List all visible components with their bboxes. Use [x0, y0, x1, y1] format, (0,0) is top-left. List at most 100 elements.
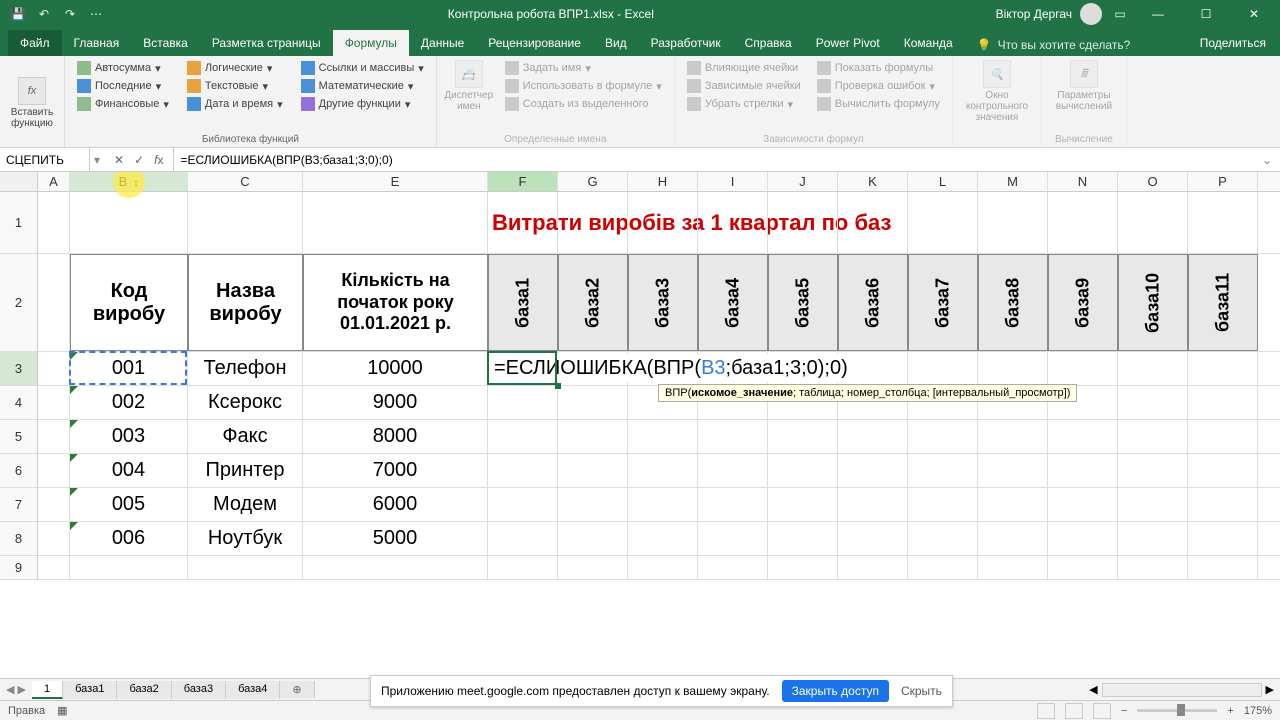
scroll-left-icon[interactable]: ◀	[1089, 683, 1097, 696]
cell-J7[interactable]	[768, 488, 838, 521]
tab-home[interactable]: Главная	[62, 30, 132, 56]
cell-E1[interactable]	[303, 192, 488, 253]
cell-A5[interactable]	[38, 420, 70, 453]
cell-L6[interactable]	[908, 454, 978, 487]
cell-P1[interactable]	[1188, 192, 1258, 253]
undo-icon[interactable]: ↶	[34, 4, 54, 24]
qat-more-icon[interactable]: ⋯	[86, 4, 106, 24]
cell-B9[interactable]	[70, 556, 188, 579]
cell-L9[interactable]	[908, 556, 978, 579]
cell-M5[interactable]	[978, 420, 1048, 453]
cell-G6[interactable]	[558, 454, 628, 487]
cell-N3[interactable]	[1048, 352, 1118, 385]
cell-H7[interactable]	[628, 488, 698, 521]
col-header-P[interactable]: P	[1188, 172, 1258, 191]
cell-L5[interactable]	[908, 420, 978, 453]
tab-review[interactable]: Рецензирование	[476, 30, 593, 56]
cell-name-4[interactable]: Ксерокс	[188, 386, 303, 419]
cell-I5[interactable]	[698, 420, 768, 453]
row-header-6[interactable]: 6	[0, 454, 38, 488]
cell-L8[interactable]	[908, 522, 978, 555]
cell-H9[interactable]	[628, 556, 698, 579]
header-база7[interactable]: база7	[908, 254, 978, 351]
macro-record-icon[interactable]: ▦	[57, 704, 67, 717]
cell-P5[interactable]	[1188, 420, 1258, 453]
header-qty[interactable]: Кількість на початок року 01.01.2021 р.	[303, 254, 488, 351]
cell-H8[interactable]	[628, 522, 698, 555]
cell-M1[interactable]	[978, 192, 1048, 253]
expand-formula-bar-icon[interactable]: ⌄	[1254, 153, 1280, 167]
select-all-corner[interactable]	[0, 172, 38, 191]
more-fn-button[interactable]: Другие функции ▾	[297, 96, 428, 112]
normal-view-button[interactable]	[1037, 703, 1055, 719]
cell-B1[interactable]	[70, 192, 188, 253]
col-header-K[interactable]: K	[838, 172, 908, 191]
col-header-J[interactable]: J	[768, 172, 838, 191]
cell-M8[interactable]	[978, 522, 1048, 555]
row-header-2[interactable]: 2	[0, 254, 38, 352]
cell-name-3[interactable]: Телефон	[188, 352, 303, 385]
autosum-button[interactable]: Автосумма ▾	[73, 60, 173, 76]
col-header-C[interactable]: C	[188, 172, 303, 191]
error-check-button[interactable]: Проверка ошибок ▾	[813, 78, 944, 94]
cell-J9[interactable]	[768, 556, 838, 579]
row-header-8[interactable]: 8	[0, 522, 38, 556]
col-header-B[interactable]: B↕	[70, 172, 188, 191]
cell-name-7[interactable]: Модем	[188, 488, 303, 521]
header-база5[interactable]: база5	[768, 254, 838, 351]
cell-P8[interactable]	[1188, 522, 1258, 555]
col-header-I[interactable]: I	[698, 172, 768, 191]
redo-icon[interactable]: ↷	[60, 4, 80, 24]
cell-O6[interactable]	[1118, 454, 1188, 487]
cell-O7[interactable]	[1118, 488, 1188, 521]
cell-K7[interactable]	[838, 488, 908, 521]
cell-L7[interactable]	[908, 488, 978, 521]
cell-A2[interactable]	[38, 254, 70, 351]
cell-P6[interactable]	[1188, 454, 1258, 487]
add-sheet-button[interactable]: ⊕	[280, 681, 314, 698]
cell-qty-7[interactable]: 6000	[303, 488, 488, 521]
cell-G4[interactable]	[558, 386, 628, 419]
cell-I7[interactable]	[698, 488, 768, 521]
col-header-N[interactable]: N	[1048, 172, 1118, 191]
cell-F5[interactable]	[488, 420, 558, 453]
minimize-button[interactable]: —	[1138, 0, 1178, 28]
cell-A6[interactable]	[38, 454, 70, 487]
header-база10[interactable]: база10	[1118, 254, 1188, 351]
enter-formula-button[interactable]: ✓	[134, 153, 144, 167]
tab-formulas[interactable]: Формулы	[333, 30, 409, 56]
header-база8[interactable]: база8	[978, 254, 1048, 351]
sheet-tab-база1[interactable]: база1	[63, 681, 117, 699]
cell-F1[interactable]: Витрати виробів за 1 квартал по баз	[488, 192, 558, 253]
cell-qty-3[interactable]: 10000	[303, 352, 488, 385]
cell-A9[interactable]	[38, 556, 70, 579]
header-база3[interactable]: база3	[628, 254, 698, 351]
cell-G8[interactable]	[558, 522, 628, 555]
trace-precedents-button[interactable]: Влияющие ячейки	[683, 60, 805, 76]
fx-button[interactable]: fx	[154, 153, 163, 167]
header-база6[interactable]: база6	[838, 254, 908, 351]
col-header-F[interactable]: F	[488, 172, 558, 191]
tab-file[interactable]: Файл	[8, 30, 62, 56]
cell-O4[interactable]	[1118, 386, 1188, 419]
cell-A7[interactable]	[38, 488, 70, 521]
cell-A4[interactable]	[38, 386, 70, 419]
cell-name-5[interactable]: Факс	[188, 420, 303, 453]
sheet-tab-1[interactable]: 1	[32, 681, 63, 699]
cell-P7[interactable]	[1188, 488, 1258, 521]
tab-data[interactable]: Данные	[409, 30, 476, 56]
page-break-view-button[interactable]	[1093, 703, 1111, 719]
tab-layout[interactable]: Разметка страницы	[200, 30, 333, 56]
cell-O3[interactable]	[1118, 352, 1188, 385]
cell-N1[interactable]	[1048, 192, 1118, 253]
cell-J5[interactable]	[768, 420, 838, 453]
cell-P9[interactable]	[1188, 556, 1258, 579]
tab-view[interactable]: Вид	[593, 30, 639, 56]
cell-I8[interactable]	[698, 522, 768, 555]
header-база2[interactable]: база2	[558, 254, 628, 351]
calc-options-button[interactable]: 🖩 Параметры вычислений	[1050, 60, 1118, 112]
cell-code-8[interactable]: 006	[70, 522, 188, 555]
horizontal-scrollbar[interactable]	[1102, 683, 1262, 697]
cell-K8[interactable]	[838, 522, 908, 555]
cell-I6[interactable]	[698, 454, 768, 487]
